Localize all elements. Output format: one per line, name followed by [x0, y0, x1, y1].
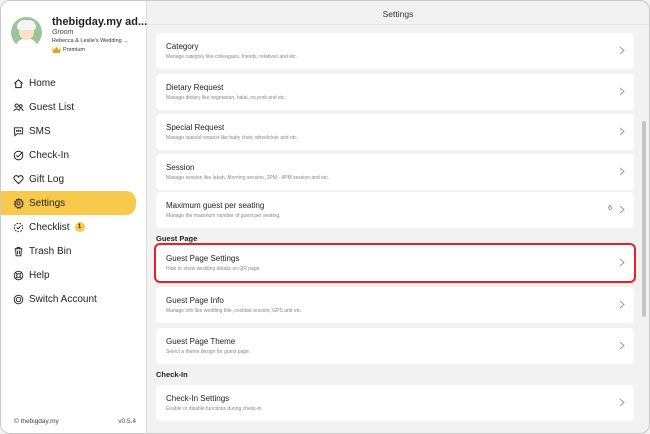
card-title: Category — [166, 42, 199, 51]
gear-icon — [13, 197, 24, 209]
guests-icon — [13, 103, 24, 111]
heart-icon — [13, 174, 24, 184]
card-description: Select a theme design for guest page. — [166, 349, 251, 355]
settings-card-guest-page-settings[interactable]: Guest Page Settings Hide or show wedding… — [154, 243, 636, 283]
chevron-right-icon — [619, 127, 625, 136]
profile-name: thebigday.my ad... — [52, 16, 147, 28]
card-description: Hide or show wedding details on QR page. — [166, 266, 261, 272]
settings-card-dietary-request[interactable]: Dietary Request Manage dietary like vege… — [156, 74, 634, 110]
sidebar-item-sms[interactable]: SMS — [1, 119, 136, 143]
chevron-right-icon — [619, 205, 625, 214]
crown-icon — [52, 46, 61, 53]
section-heading-guest-page: Guest Page — [156, 234, 198, 243]
sidebar-item-gift-log[interactable]: Gift Log — [1, 167, 136, 191]
section-heading-check-in: Check-In — [156, 370, 188, 379]
card-title: Guest Page Theme — [166, 337, 236, 346]
card-description: Manage the maximum number of guest per s… — [166, 213, 281, 219]
checklist-count-badge: 1 — [74, 222, 85, 232]
settings-card-check-in-settings[interactable]: Check-In Settings Enable or disable func… — [156, 385, 634, 421]
settings-card-special-request[interactable]: Special Request Manage special request l… — [156, 114, 634, 150]
page-title: Settings — [382, 9, 414, 19]
card-title: Maximum guest per seating — [166, 201, 265, 210]
card-title: Dietary Request — [166, 83, 224, 92]
profile-header[interactable]: thebigday.my ad... Groom Rebecca & Lesli… — [11, 15, 147, 57]
chevron-right-icon — [619, 46, 625, 55]
avatar — [11, 17, 42, 48]
sidebar-item-label: Trash Bin — [29, 245, 72, 257]
chevron-right-icon — [619, 258, 625, 267]
card-description: Manage info like wedding title, cocktail… — [166, 308, 302, 314]
card-title: Guest Page Info — [166, 296, 224, 305]
plan-badge: Premium — [52, 46, 85, 53]
app-window: thebigday.my ad... Groom Rebecca & Lesli… — [0, 0, 650, 434]
card-description: Manage dietary like vegetarian, halal, n… — [166, 95, 287, 101]
sidebar-item-label: Help — [29, 269, 50, 281]
chevron-right-icon — [619, 341, 625, 350]
card-title: Guest Page Settings — [166, 254, 240, 263]
settings-card-session[interactable]: Session Manage session like lakah, Morni… — [156, 154, 634, 190]
card-description: Manage special request like baby chair, … — [166, 135, 299, 141]
sidebar-item-label: Settings — [29, 197, 66, 209]
max-guest-value: 6 — [608, 205, 612, 212]
profile-role: Groom — [52, 29, 74, 36]
sidebar-item-settings[interactable]: Settings — [1, 191, 136, 215]
check-in-icon — [13, 150, 24, 160]
card-title: Special Request — [166, 123, 225, 132]
header-divider — [148, 24, 649, 25]
card-description: Enable or disable functions during check… — [166, 406, 263, 412]
trash-icon — [14, 246, 23, 256]
plan-label: Premium — [63, 46, 86, 53]
switch-icon — [13, 294, 24, 304]
scrollbar-thumb[interactable] — [642, 121, 646, 317]
settings-card-category[interactable]: Category Manage category like colleagues… — [156, 33, 634, 69]
sidebar-item-guest-list[interactable]: Guest List — [1, 95, 136, 119]
card-title: Session — [166, 163, 195, 172]
sidebar-item-label: Checklist — [29, 221, 70, 233]
settings-card-guest-page-info[interactable]: Guest Page Info Manage info like wedding… — [156, 287, 634, 323]
sidebar-nav: Home Guest List SMS Check-In Gift Log Se… — [1, 71, 147, 311]
card-description: Manage session like lakah, Morning sessi… — [166, 175, 330, 181]
card-title: Check-In Settings — [166, 394, 230, 403]
sidebar-item-checklist[interactable]: Checklist 1 — [1, 215, 136, 239]
home-icon — [14, 78, 23, 88]
sms-icon — [13, 126, 24, 137]
sidebar-item-label: Home — [29, 77, 56, 89]
chevron-right-icon — [619, 167, 625, 176]
sidebar-item-help[interactable]: Help — [1, 263, 136, 287]
sidebar: thebigday.my ad... Groom Rebecca & Lesli… — [1, 1, 147, 433]
sidebar-footer: © thebigday.my v0.5.4 — [14, 418, 136, 425]
help-icon — [13, 270, 24, 280]
sidebar-item-label: Guest List — [29, 101, 75, 113]
sidebar-item-home[interactable]: Home — [1, 71, 136, 95]
checklist-icon — [13, 222, 24, 232]
sidebar-item-switch-account[interactable]: Switch Account — [1, 287, 136, 311]
profile-event: Rebecca & Leslie's Wedding ... — [52, 38, 128, 44]
card-description: Manage category like colleagues, friends… — [166, 54, 298, 60]
settings-card-guest-page-theme[interactable]: Guest Page Theme Select a theme design f… — [156, 328, 634, 364]
sidebar-item-check-in[interactable]: Check-In — [1, 143, 136, 167]
settings-card-max-guest[interactable]: Maximum guest per seating Manage the max… — [156, 192, 634, 228]
chevron-right-icon — [619, 87, 625, 96]
main-panel: Settings Category Manage category like c… — [148, 1, 649, 433]
chevron-right-icon — [619, 300, 625, 309]
sidebar-item-label: Check-In — [29, 149, 70, 161]
version-text: v0.5.4 — [118, 418, 136, 425]
copyright-text: © thebigday.my — [14, 418, 59, 425]
sidebar-item-label: Gift Log — [29, 173, 65, 185]
chevron-right-icon — [619, 398, 625, 407]
sidebar-item-label: SMS — [29, 125, 51, 137]
sidebar-item-trash-bin[interactable]: Trash Bin — [1, 239, 136, 263]
sidebar-item-label: Switch Account — [29, 293, 97, 305]
